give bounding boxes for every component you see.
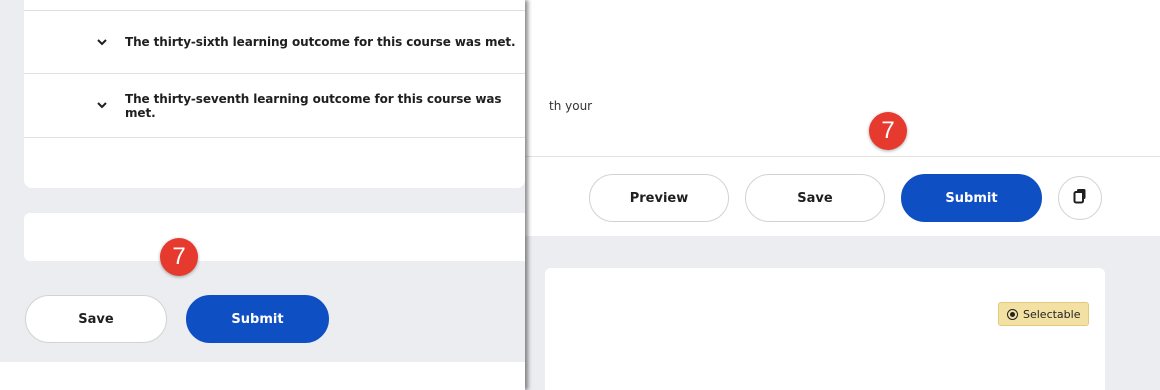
chevron-down-icon <box>97 101 107 111</box>
chevron-down-icon <box>97 37 107 47</box>
outcome-row[interactable]: The thirty-sixth learning outcome for th… <box>24 10 525 74</box>
copy-icon <box>1073 188 1087 209</box>
outcome-label: The thirty-seventh learning outcome for … <box>125 91 502 120</box>
divider <box>520 156 1160 157</box>
selectable-badge-label: Selectable <box>1023 307 1081 321</box>
save-button[interactable]: Save <box>25 295 167 343</box>
preview-button[interactable]: Preview <box>589 174 729 222</box>
comment-field[interactable] <box>24 213 525 261</box>
selectable-badge: Selectable <box>998 302 1090 326</box>
learning-outcomes-card: The thirty-sixth learning outcome for th… <box>24 0 525 188</box>
copy-button[interactable] <box>1058 176 1102 220</box>
submit-button[interactable]: Submit <box>901 174 1042 222</box>
outcome-label: The thirty-sixth learning outcome for th… <box>125 35 516 49</box>
instruction-text-fragment: th your <box>549 99 593 113</box>
radio-selected-icon <box>1007 308 1018 320</box>
zoomed-panel: The thirty-sixth learning outcome for th… <box>0 0 525 390</box>
save-button[interactable]: Save <box>745 174 885 222</box>
submit-button[interactable]: Submit <box>186 295 329 343</box>
panel-footer <box>0 362 525 390</box>
step-marker: 7 <box>160 238 198 276</box>
outcome-row[interactable]: The thirty-seventh learning outcome for … <box>24 74 525 138</box>
question-card <box>545 268 1105 390</box>
step-marker: 7 <box>869 112 907 150</box>
